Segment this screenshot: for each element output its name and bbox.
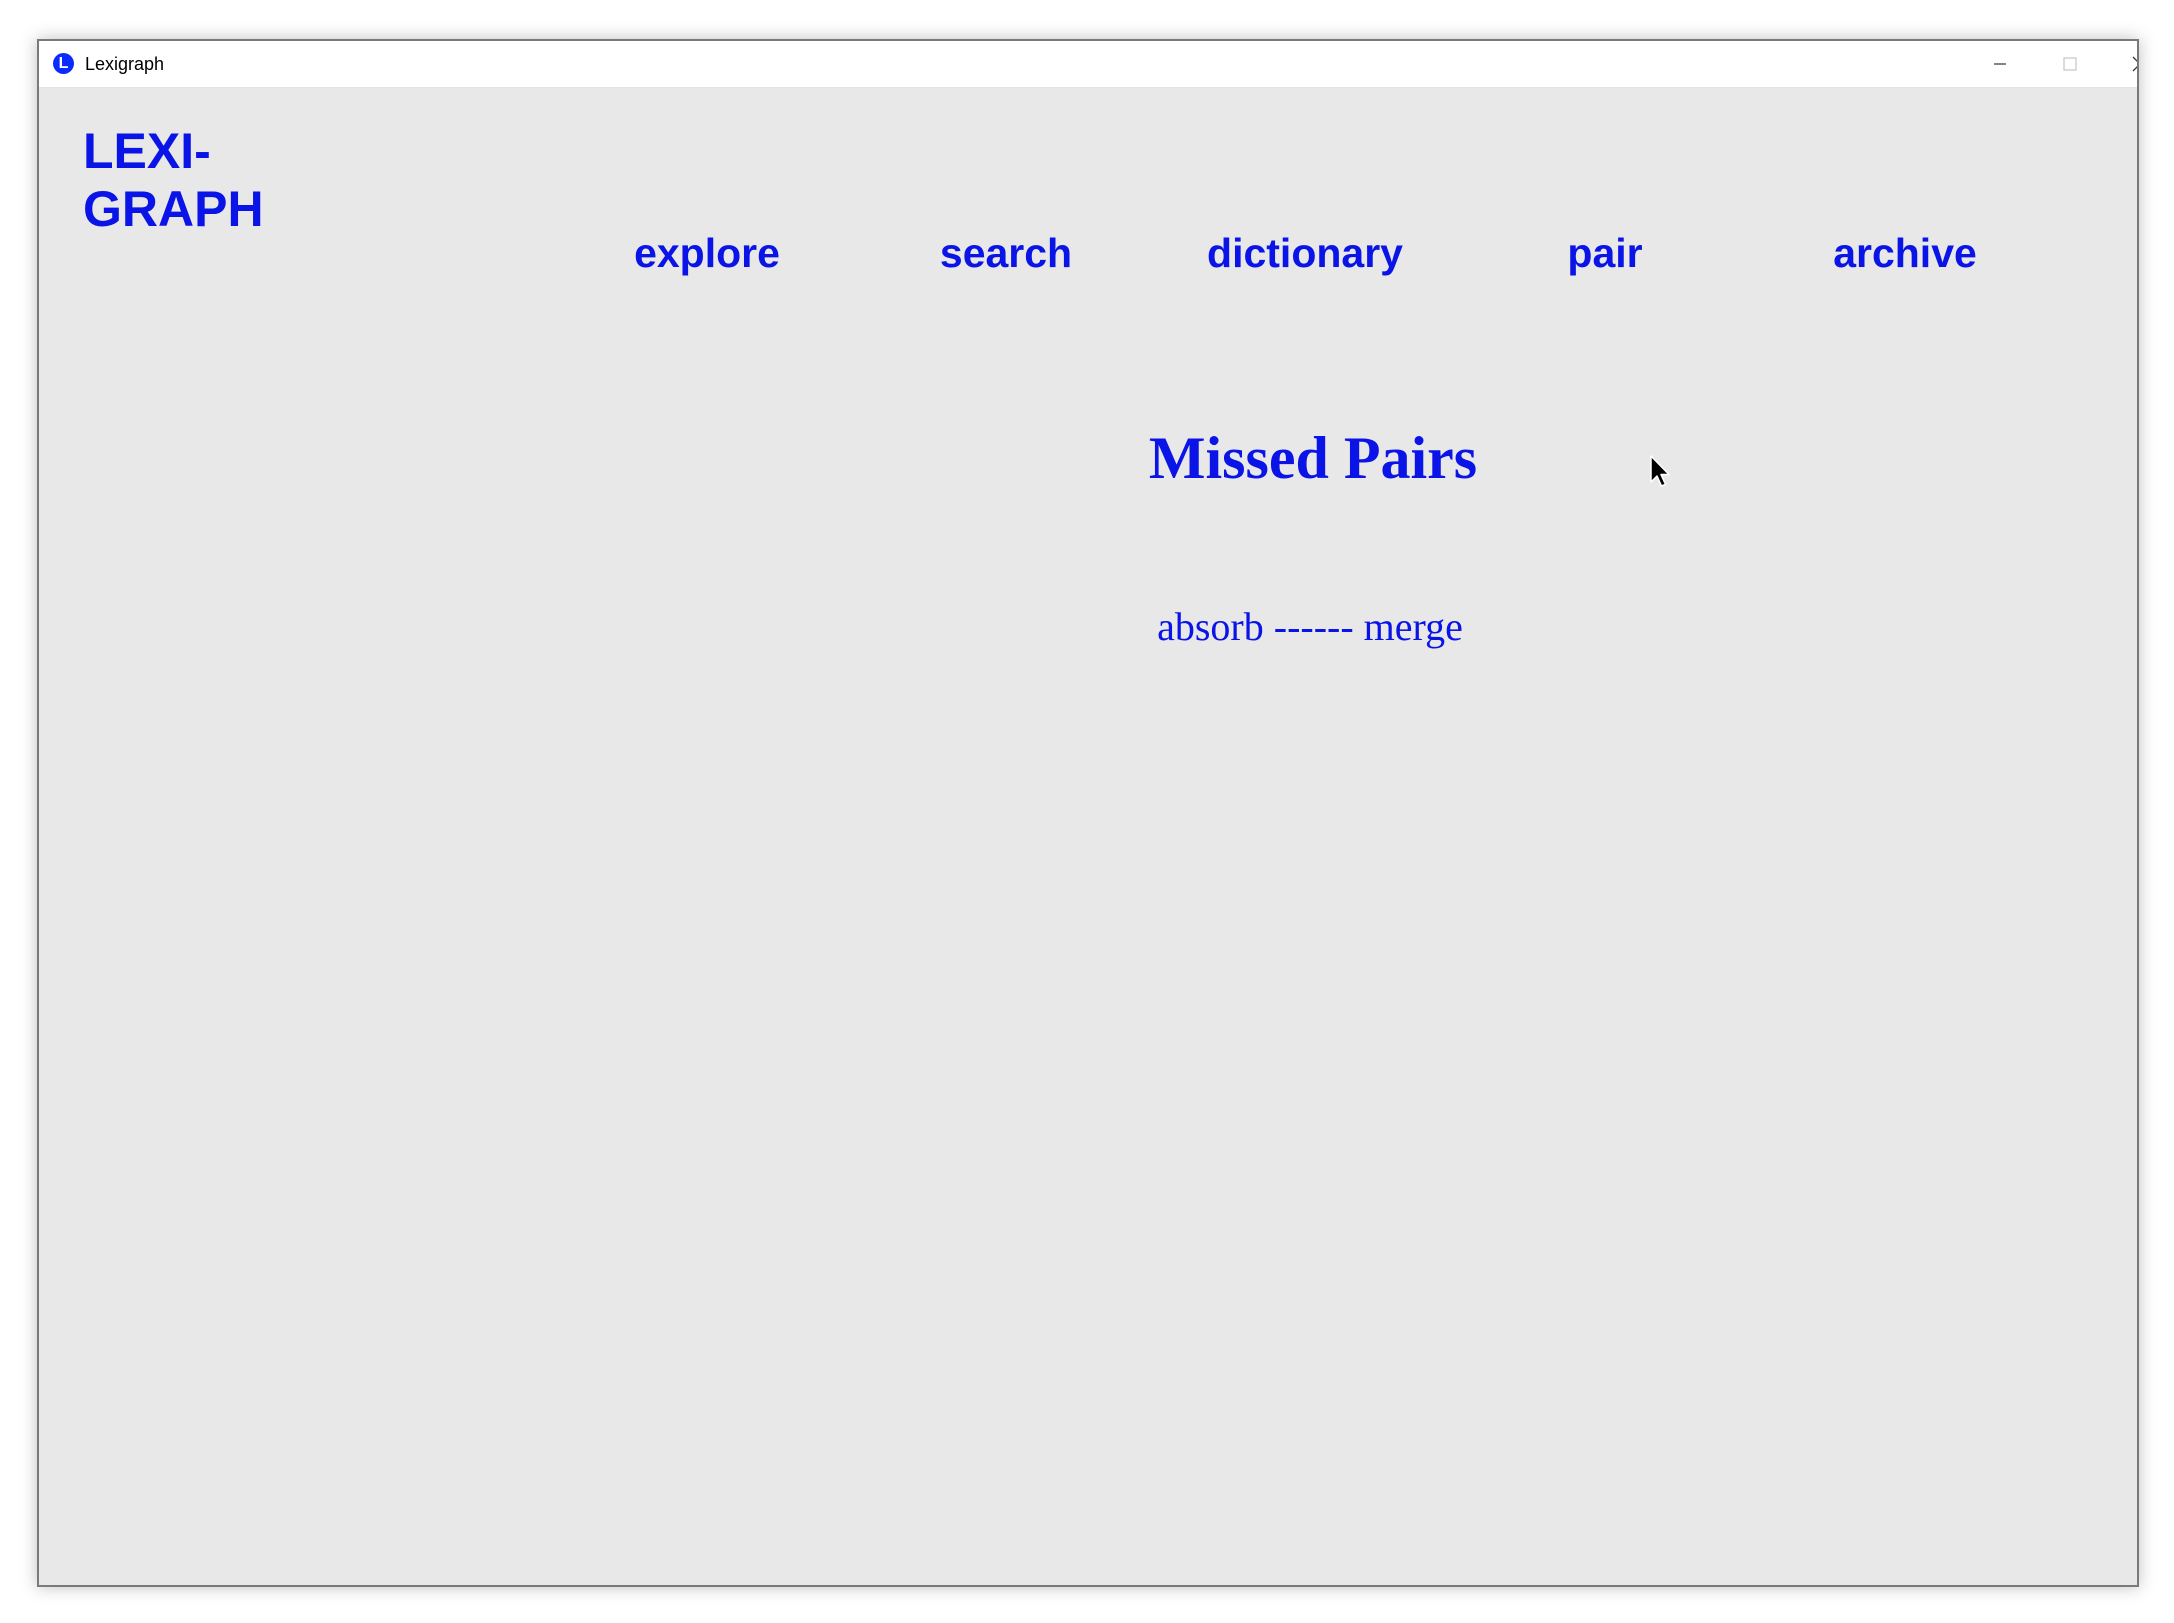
nav-pair[interactable]: pair [1567, 228, 1642, 278]
title-bar[interactable]: L Lexigraph [39, 41, 2137, 88]
app-window: L Lexigraph LEXI- GRAPH explore search d… [37, 39, 2139, 1587]
maximize-icon [2063, 57, 2077, 71]
close-icon [2132, 56, 2137, 72]
minimize-icon [1994, 63, 2006, 65]
minimize-button[interactable] [1965, 41, 2035, 87]
logo-line-2: GRAPH [83, 181, 264, 237]
page-title: Missed Pairs [1148, 425, 1478, 491]
logo-line-1: LEXI- [83, 123, 211, 179]
nav-explore[interactable]: explore [634, 228, 780, 278]
nav-search[interactable]: search [940, 228, 1072, 278]
window-title: Lexigraph [85, 54, 165, 74]
maximize-button[interactable] [2035, 41, 2105, 87]
nav-dictionary[interactable]: dictionary [1207, 228, 1403, 278]
app-content: LEXI- GRAPH explore search dictionary pa… [39, 88, 2137, 1585]
nav-archive[interactable]: archive [1833, 228, 1977, 278]
mouse-pointer-icon [1650, 455, 1670, 487]
app-logo[interactable]: LEXI- GRAPH [83, 122, 264, 238]
missed-pair-item[interactable]: absorb ------ merge [1157, 602, 1463, 652]
close-button[interactable] [2105, 41, 2137, 87]
app-icon: L [53, 53, 74, 74]
